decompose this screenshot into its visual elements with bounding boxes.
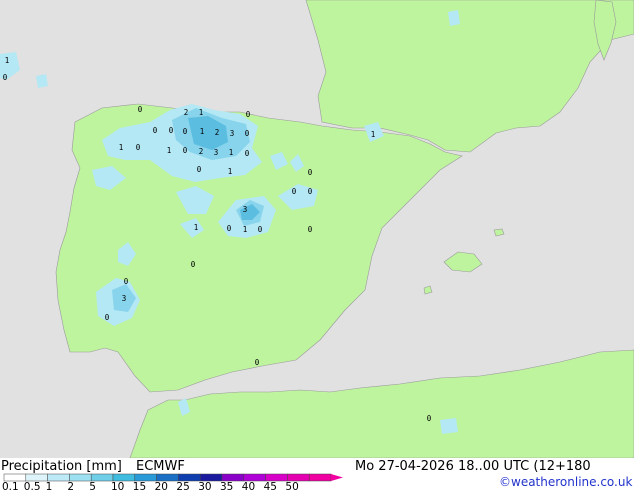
value-label: 0 <box>227 224 232 233</box>
scale-segment <box>47 473 70 482</box>
value-label: 0 <box>308 225 313 234</box>
value-label: 1 <box>194 223 199 232</box>
value-label: 3 <box>230 129 235 138</box>
precipitation-map: 1 0 0 2 1 0 0 0 0 1 2 3 0 1 1 0 1 0 2 3 … <box>0 0 634 459</box>
value-label: 0 <box>245 149 250 158</box>
value-label: 0 <box>124 277 129 286</box>
value-label: 1 <box>200 127 205 136</box>
scale-arrow <box>331 474 343 481</box>
scale-label: 40 <box>242 481 255 490</box>
valid-time: Mo 27-04-2026 18..00 UTC (12+180 <box>355 459 591 474</box>
value-label: 2 <box>199 147 204 156</box>
value-label: 0 <box>292 187 297 196</box>
precip-area-alps <box>448 10 460 26</box>
value-label: 0 <box>308 187 313 196</box>
value-label: 1 <box>199 108 204 117</box>
scale-segment <box>25 473 48 482</box>
value-label: 0 <box>183 146 188 155</box>
value-label: 0 <box>197 165 202 174</box>
value-label: 1 <box>243 225 248 234</box>
scale-segment <box>178 473 201 482</box>
value-label: 0 <box>138 105 143 114</box>
value-label: 1 <box>119 143 124 152</box>
scale-label: 35 <box>220 481 233 490</box>
value-label: 0 <box>308 168 313 177</box>
value-label: 3 <box>214 148 219 157</box>
value-label: 0 <box>258 225 263 234</box>
scale-segment <box>69 473 92 482</box>
precip-area-algeria <box>440 418 458 434</box>
scale-label: 45 <box>264 481 277 490</box>
scale-segment <box>221 473 245 482</box>
scale-label: 0.5 <box>24 481 41 490</box>
scale-label: 20 <box>155 481 168 490</box>
value-label: 0 <box>105 313 110 322</box>
scale-label: 30 <box>198 481 211 490</box>
scale-segment <box>287 473 310 482</box>
value-label: 0 <box>246 110 251 119</box>
value-label: 1 <box>228 167 233 176</box>
footer-canvas: Precipitation [mm] ECMWF Mo 27-04-2026 1… <box>1 459 632 490</box>
scale-label: 10 <box>111 481 124 490</box>
scale-segment <box>156 473 179 482</box>
model-name: ECMWF <box>136 459 185 474</box>
value-label: 0 <box>169 126 174 135</box>
value-label: 2 <box>184 108 189 117</box>
scale-segment <box>308 473 332 482</box>
value-label: 2 <box>215 128 220 137</box>
scale-label: 5 <box>89 481 96 490</box>
scale-segment <box>199 473 223 482</box>
value-label: 1 <box>229 148 234 157</box>
value-label: 3 <box>243 205 248 214</box>
scale-label: 0.1 <box>2 481 19 490</box>
scale-label: 50 <box>285 481 298 490</box>
scale-segment <box>265 473 288 482</box>
value-label: 0 <box>136 143 141 152</box>
value-label: 0 <box>191 260 196 269</box>
scale-segment <box>243 473 266 482</box>
scale-label: 2 <box>67 481 74 490</box>
value-label: 1 <box>167 146 172 155</box>
value-label: 0 <box>153 126 158 135</box>
map-footer: Precipitation [mm] ECMWF Mo 27-04-2026 1… <box>0 458 634 490</box>
scale-segment <box>90 473 114 482</box>
value-label: 1 <box>5 56 10 65</box>
scale-segment <box>134 473 157 482</box>
value-label: 0 <box>3 73 8 82</box>
map-canvas: 1 0 0 2 1 0 0 0 0 1 2 3 0 1 1 0 1 0 2 3 … <box>0 0 634 459</box>
value-label: 1 <box>371 130 376 139</box>
scale-label: 25 <box>176 481 189 490</box>
value-label: 0 <box>427 414 432 423</box>
precip-area-atlantic-2 <box>36 74 48 88</box>
value-label: 0 <box>245 129 250 138</box>
scale-label: 1 <box>46 481 53 490</box>
color-scale-labels: 0.1 0.5 1 2 5 10 15 20 25 30 35 40 45 50 <box>2 481 299 490</box>
scale-segment <box>112 473 136 482</box>
color-scale <box>3 473 343 482</box>
scale-label: 15 <box>133 481 146 490</box>
product-title: Precipitation [mm] <box>1 459 122 474</box>
value-label: 0 <box>255 358 260 367</box>
value-label: 0 <box>183 127 188 136</box>
value-label: 3 <box>122 294 127 303</box>
scale-segment <box>3 473 27 482</box>
credit-link[interactable]: ©weatheronline.co.uk <box>499 475 632 489</box>
